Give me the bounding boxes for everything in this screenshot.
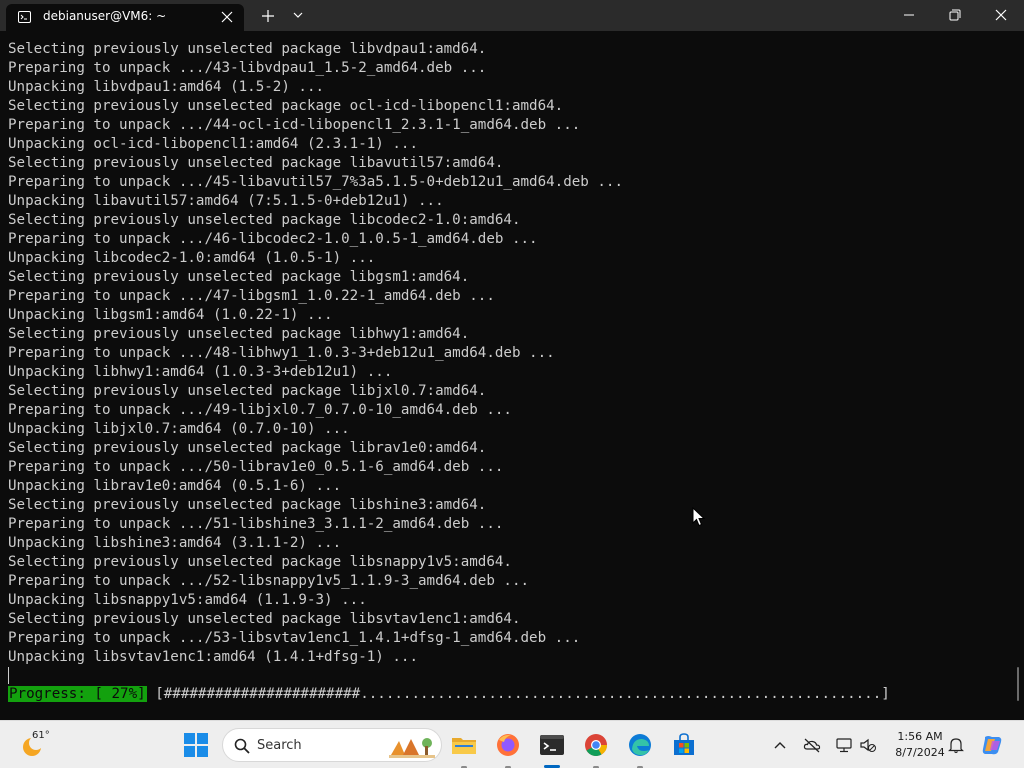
terminal-line: Unpacking librav1e0:amd64 (0.5.1-6) ... [8, 478, 342, 494]
progress-row: Progress: [ 27%] [######################… [8, 685, 890, 704]
clock-time: 1:56 AM [897, 730, 943, 743]
terminal-line: Preparing to unpack .../46-libcodec2-1.0… [8, 231, 538, 247]
terminal-line: Selecting previously unselected package … [8, 440, 487, 456]
firefox-icon[interactable] [495, 732, 521, 758]
terminal-line: Selecting previously unselected package … [8, 41, 487, 57]
terminal-line: Selecting previously unselected package … [8, 611, 521, 627]
terminal-line: Selecting previously unselected package … [8, 497, 487, 513]
terminal-line: Selecting previously unselected package … [8, 326, 470, 342]
terminal-line: Selecting previously unselected package … [8, 98, 564, 114]
tab-title: debianuser@VM6: ~ [43, 9, 167, 23]
title-bar: debianuser@VM6: ~ [0, 0, 1024, 31]
terminal-line: Preparing to unpack .../47-libgsm1_1.0.2… [8, 288, 495, 304]
copilot-icon[interactable] [980, 733, 1004, 757]
onedrive-offline-icon[interactable] [803, 736, 821, 754]
new-tab-icon[interactable] [260, 8, 276, 24]
terminal-tab[interactable]: debianuser@VM6: ~ [6, 4, 244, 31]
system-clock[interactable]: 1:56 AM 8/7/2024 [885, 729, 955, 761]
terminal-icon[interactable] [539, 732, 565, 758]
chrome-icon[interactable] [583, 732, 609, 758]
terminal-line: Preparing to unpack .../49-libjxl0.7_0.7… [8, 402, 512, 418]
clock-date: 8/7/2024 [895, 746, 945, 759]
text-cursor [8, 667, 9, 684]
start-windows-icon[interactable] [183, 732, 209, 758]
file-explorer-icon[interactable] [451, 732, 477, 758]
volume-muted-icon[interactable] [859, 736, 877, 754]
terminal-line: Preparing to unpack .../48-libhwy1_1.0.3… [8, 345, 555, 361]
terminal-line: Unpacking libavutil57:amd64 (7:5.1.5-0+d… [8, 193, 444, 209]
terminal-line: Preparing to unpack .../52-libsnappy1v5_… [8, 573, 530, 589]
terminal-line: Preparing to unpack .../44-ocl-icd-libop… [8, 117, 581, 133]
search-highlight-illustration-icon [389, 738, 435, 758]
minimize-icon [904, 14, 914, 16]
terminal-line: Unpacking libgsm1:amd64 (1.0.22-1) ... [8, 307, 333, 323]
search-icon [234, 738, 250, 754]
terminal-line: Preparing to unpack .../43-libvdpau1_1.5… [8, 60, 487, 76]
terminal-line: Preparing to unpack .../53-libsvtav1enc1… [8, 630, 581, 646]
close-window-button[interactable] [978, 0, 1024, 31]
network-icon[interactable] [835, 736, 853, 754]
terminal-line: Selecting previously unselected package … [8, 269, 470, 285]
terminal-line: Unpacking libcodec2-1.0:amd64 (1.0.5-1) … [8, 250, 376, 266]
close-icon [995, 9, 1007, 21]
terminal-line: Unpacking libsvtav1enc1:amd64 (1.4.1+dfs… [8, 649, 418, 665]
search-placeholder: Search [257, 738, 302, 753]
terminal-line: Preparing to unpack .../45-libavutil57_7… [8, 174, 623, 190]
close-tab-icon[interactable] [220, 10, 234, 24]
terminal-line: Preparing to unpack .../50-librav1e0_0.5… [8, 459, 504, 475]
terminal-line: Selecting previously unselected package … [8, 155, 504, 171]
terminal-tab-icon [18, 11, 31, 23]
weather-temperature: 61° [32, 730, 50, 741]
notification-bell-icon[interactable] [947, 736, 965, 754]
edge-icon[interactable] [627, 732, 653, 758]
taskbar-search[interactable]: Search [222, 728, 442, 762]
restore-button[interactable] [932, 0, 978, 31]
chevron-up-icon[interactable] [771, 736, 789, 754]
progress-bar: [#######################................… [146, 686, 890, 702]
terminal-line: Selecting previously unselected package … [8, 383, 487, 399]
terminal-line: Selecting previously unselected package … [8, 212, 521, 228]
taskbar: 61° Search 1:56 AM 8/7/2024 [0, 720, 1024, 768]
terminal-line: Unpacking libshine3:amd64 (3.1.1-2) ... [8, 535, 342, 551]
terminal-line: Unpacking libhwy1:amd64 (1.0.3-3+deb12u1… [8, 364, 393, 380]
scrollbar-thumb[interactable] [1017, 667, 1019, 701]
progress-label: Progress: [ 27%] [8, 686, 147, 702]
terminal-line: Unpacking libsnappy1v5:amd64 (1.1.9-3) .… [8, 592, 367, 608]
minimize-button[interactable] [886, 0, 932, 31]
store-icon[interactable] [671, 732, 697, 758]
terminal-line: Unpacking libvdpau1:amd64 (1.5-2) ... [8, 79, 325, 95]
restore-icon [949, 9, 961, 21]
terminal-lines: Selecting previously unselected package … [8, 40, 623, 667]
mouse-pointer-icon [692, 507, 705, 527]
terminal-line: Unpacking ocl-icd-libopencl1:amd64 (2.3.… [8, 136, 418, 152]
chevron-down-icon[interactable] [292, 10, 304, 20]
terminal-line: Unpacking libjxl0.7:amd64 (0.7.0-10) ... [8, 421, 350, 437]
terminal-output[interactable]: Selecting previously unselected package … [0, 31, 1024, 720]
terminal-line: Selecting previously unselected package … [8, 554, 512, 570]
terminal-line: Preparing to unpack .../51-libshine3_3.1… [8, 516, 504, 532]
